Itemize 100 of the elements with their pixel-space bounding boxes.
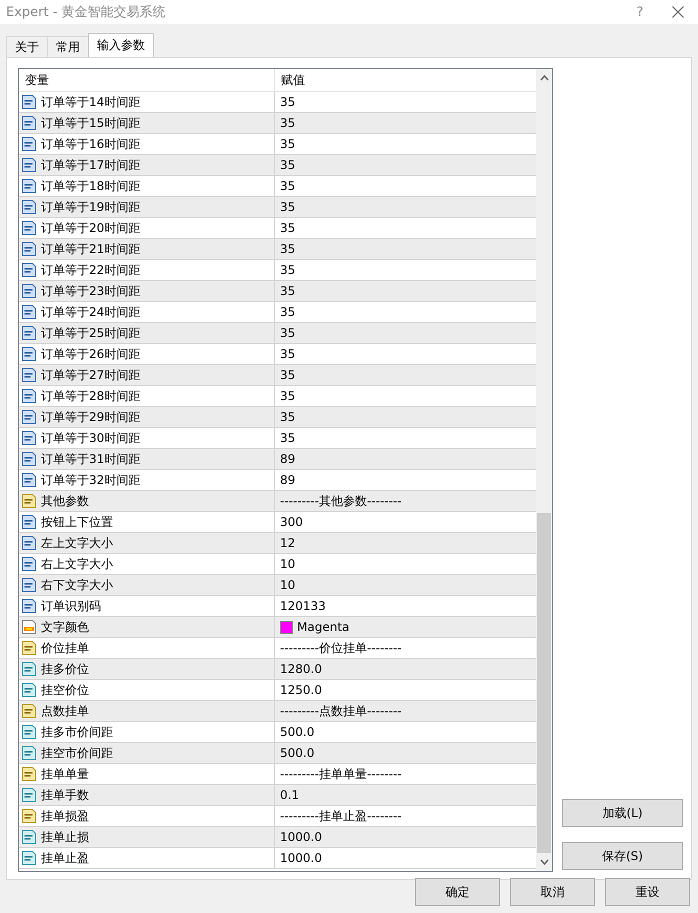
- parameter-type-icon: [21, 283, 37, 299]
- parameter-name: 订单等于20时间距: [41, 220, 140, 236]
- parameter-name: 订单等于27时间距: [41, 366, 140, 384]
- dialog-button[interactable]: 取消: [510, 878, 595, 906]
- parameter-value[interactable]: 10: [280, 578, 296, 592]
- parameter-name: 挂多价位: [41, 660, 89, 678]
- parameter-type-icon: [21, 619, 37, 635]
- parameter-type-icon: [21, 787, 37, 803]
- parameter-name: 挂单手数: [41, 786, 89, 804]
- window-title: Expert - 黄金智能交易系统: [6, 4, 167, 21]
- tab[interactable]: 输入参数: [88, 33, 154, 57]
- parameter-value[interactable]: 35: [280, 137, 296, 151]
- parameter-value[interactable]: 500.0: [280, 746, 314, 760]
- parameter-value[interactable]: 300: [280, 515, 303, 529]
- parameter-name: 挂多市价间距: [41, 724, 113, 740]
- parameter-type-icon: [21, 157, 37, 173]
- parameter-name: 订单等于32时间距: [41, 472, 140, 488]
- parameter-type-icon: [21, 388, 37, 404]
- column-header[interactable]: 变量: [19, 69, 275, 91]
- parameter-value[interactable]: 1000.0: [280, 830, 322, 844]
- parameter-name: 订单等于28时间距: [41, 388, 140, 404]
- parameter-value[interactable]: 35: [280, 368, 296, 382]
- parameter-value[interactable]: ---------其他参数--------: [280, 492, 402, 510]
- parameter-type-icon: [21, 325, 37, 341]
- parameter-value[interactable]: 1280.0: [280, 662, 322, 676]
- parameter-value[interactable]: 35: [280, 410, 296, 424]
- parameter-value[interactable]: 35: [280, 431, 296, 445]
- parameter-value[interactable]: 12: [280, 536, 296, 550]
- dialog-button[interactable]: 加载(L): [562, 799, 683, 827]
- dialog-button[interactable]: 确定: [415, 878, 500, 906]
- parameter-name: 订单等于26时间距: [41, 346, 140, 362]
- parameter-type-icon: [21, 745, 37, 761]
- parameter-value[interactable]: 35: [280, 200, 296, 214]
- parameter-type-icon: [21, 724, 37, 740]
- parameter-value[interactable]: 35: [280, 305, 296, 319]
- parameter-type-icon: [21, 241, 37, 257]
- parameter-value[interactable]: 89: [280, 473, 296, 487]
- parameter-value[interactable]: 35: [280, 389, 296, 403]
- parameter-name: 订单等于16时间距: [41, 136, 140, 152]
- parameter-type-icon: [21, 220, 37, 236]
- parameter-type-icon: [21, 367, 37, 383]
- parameter-value[interactable]: ---------价位挂单--------: [280, 640, 402, 656]
- parameter-name: 点数挂单: [41, 702, 89, 720]
- parameter-type-icon: [21, 829, 37, 845]
- parameter-value[interactable]: 35: [280, 263, 296, 277]
- parameter-name: 订单等于30时间距: [41, 430, 140, 446]
- parameter-value[interactable]: 0.1: [280, 788, 300, 802]
- parameter-value[interactable]: ---------挂单单量--------: [280, 766, 402, 782]
- parameter-value[interactable]: 35: [280, 158, 296, 172]
- parameter-type-icon: [21, 598, 37, 614]
- parameter-name: 按钮上下位置: [41, 514, 113, 530]
- scrollbar[interactable]: [536, 69, 552, 871]
- parameter-type-icon: [21, 850, 37, 866]
- parameter-value[interactable]: 500.0: [280, 725, 314, 739]
- dialog-button[interactable]: 保存(S): [562, 842, 683, 870]
- parameter-type-icon: [21, 493, 37, 509]
- parameter-value[interactable]: 35: [280, 116, 296, 130]
- parameter-value[interactable]: 10: [280, 557, 296, 571]
- parameter-type-icon: [21, 640, 37, 656]
- parameter-type-icon: [21, 808, 37, 824]
- parameter-type-icon: [21, 430, 37, 446]
- parameter-type-icon: [21, 766, 37, 782]
- scroll-thumb[interactable]: [537, 512, 551, 853]
- parameter-name: 挂单止盈: [41, 850, 89, 866]
- parameter-type-icon: [21, 304, 37, 320]
- parameter-type-icon: [21, 94, 37, 110]
- parameter-name: 订单等于24时间距: [41, 304, 140, 320]
- parameter-name: 价位挂单: [41, 640, 89, 656]
- parameter-value[interactable]: 35: [280, 179, 296, 193]
- parameter-type-icon: [21, 661, 37, 677]
- parameter-type-icon: [21, 199, 37, 215]
- parameter-name: 订单等于15时间距: [41, 114, 140, 132]
- parameter-name: 订单识别码: [41, 598, 101, 614]
- parameter-type-icon: [21, 472, 37, 488]
- dialog-button[interactable]: 重设: [605, 878, 690, 906]
- parameter-value[interactable]: ---------点数挂单--------: [280, 702, 402, 720]
- parameter-value[interactable]: 35: [280, 326, 296, 340]
- parameter-value[interactable]: 1000.0: [280, 851, 322, 865]
- parameter-value[interactable]: 35: [280, 284, 296, 298]
- parameter-name: 左上文字大小: [41, 534, 113, 552]
- parameter-name: 订单等于19时间距: [41, 198, 140, 216]
- parameter-value[interactable]: 1250.0: [280, 683, 322, 697]
- parameter-type-icon: [21, 682, 37, 698]
- tab[interactable]: 关于: [6, 36, 48, 57]
- parameter-value[interactable]: 35: [280, 221, 296, 235]
- column-header[interactable]: 赋值: [275, 69, 305, 91]
- parameter-name: 订单等于31时间距: [41, 450, 140, 468]
- parameter-value[interactable]: 89: [280, 452, 296, 466]
- parameter-type-icon: [21, 346, 37, 362]
- parameter-value[interactable]: 120133: [280, 599, 326, 613]
- parameter-value[interactable]: ---------挂单止盈--------: [280, 808, 402, 824]
- parameter-type-icon: [21, 178, 37, 194]
- parameter-value[interactable]: Magenta: [297, 620, 350, 634]
- parameter-type-icon: [21, 115, 37, 131]
- close-icon[interactable]: [672, 6, 684, 18]
- parameter-name: 订单等于17时间距: [41, 156, 140, 174]
- parameter-value[interactable]: 35: [280, 347, 296, 361]
- parameter-value[interactable]: 35: [280, 242, 296, 256]
- parameter-name: 其他参数: [41, 492, 89, 510]
- parameter-value[interactable]: 35: [280, 95, 296, 109]
